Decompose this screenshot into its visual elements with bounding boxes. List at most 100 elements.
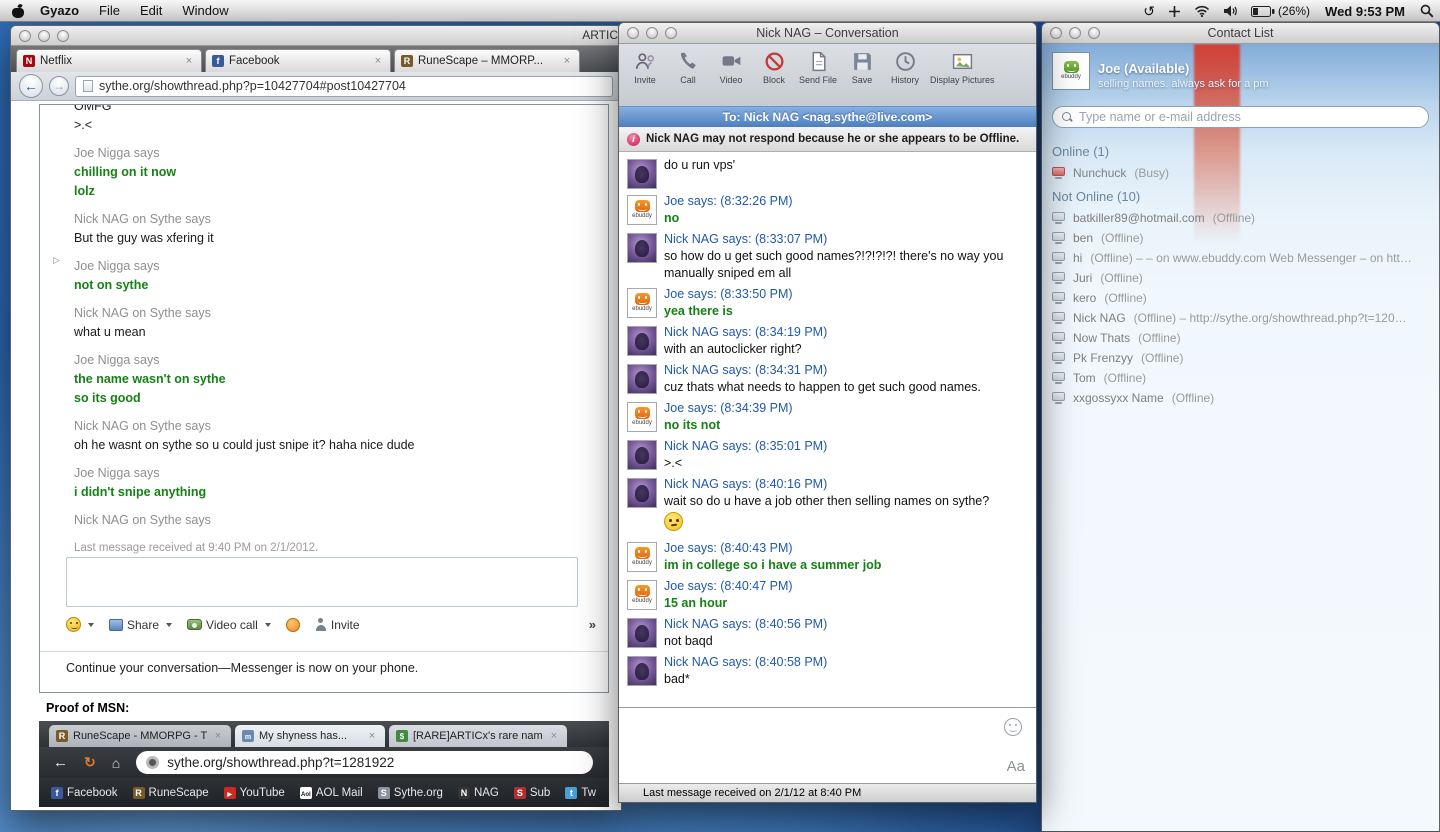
- call-button[interactable]: Call: [670, 50, 706, 85]
- back-button[interactable]: [19, 74, 43, 98]
- conversation-history[interactable]: do u run vps' Joe says: (8:32:26 PM) no …: [619, 152, 1036, 707]
- my-status-header[interactable]: Joe (Available) selling names. always as…: [1042, 44, 1439, 102]
- minimize-window-button[interactable]: [38, 29, 50, 42]
- spotlight-icon[interactable]: [1420, 0, 1434, 22]
- battery-percent: (26%): [1278, 4, 1311, 18]
- contact-list-window: Contact List Joe (Available) selling nam…: [1041, 22, 1440, 832]
- apple-menu-icon[interactable]: [12, 4, 24, 18]
- offline-status-icon: [1052, 272, 1065, 284]
- bookmark-youtube: YouTube: [223, 786, 285, 799]
- close-window-button[interactable]: [627, 27, 639, 39]
- tab-runescape[interactable]: RuneScape – MMORP...: [394, 49, 580, 72]
- zoom-window-button[interactable]: [1088, 27, 1100, 39]
- chat-message: Nick NAG says: (8:34:19 PM) with an auto…: [625, 324, 1030, 358]
- menu-window[interactable]: Window: [172, 0, 238, 22]
- section-not-online[interactable]: Not Online (10): [1052, 189, 1429, 204]
- tab-facebook[interactable]: Facebook: [205, 49, 391, 72]
- offline-status-icon: [1052, 372, 1065, 384]
- my-display-name[interactable]: Joe (Available): [1098, 61, 1269, 76]
- zoom-window-button[interactable]: [57, 29, 69, 42]
- nick-avatar: [627, 478, 657, 508]
- chat-line: the name wasn't on sythe: [74, 372, 226, 386]
- battery-indicator[interactable]: (26%): [1251, 4, 1310, 18]
- contact-row[interactable]: ben (Offline): [1052, 228, 1429, 248]
- contact-row[interactable]: Pk Frenzyy (Offline): [1052, 348, 1429, 368]
- text-format-button[interactable]: Aa: [1007, 758, 1025, 775]
- address-bar[interactable]: sythe.org/showthread.php?p=10427704#post…: [75, 75, 613, 97]
- emoticon-picker-icon[interactable]: [1004, 718, 1022, 736]
- display-pictures-button[interactable]: Display Pictures: [930, 50, 995, 85]
- contact-row[interactable]: Tom (Offline): [1052, 368, 1429, 388]
- wifi-icon[interactable]: [1194, 0, 1210, 22]
- contact-status: (Offline): [1212, 211, 1256, 225]
- invite-button[interactable]: Invite: [627, 50, 663, 85]
- joe-ebuddy-avatar: [627, 288, 657, 318]
- contact-name: kero: [1073, 291, 1097, 305]
- close-window-button[interactable]: [1050, 27, 1062, 39]
- chat-sender: Joe Nigga says: [74, 353, 160, 367]
- contact-status: (Offline): [1100, 271, 1143, 285]
- facebook-favicon: [51, 786, 63, 799]
- bookmark-sythe: Sythe.org: [377, 786, 443, 799]
- busy-status-icon: [1052, 167, 1065, 179]
- my-avatar[interactable]: [1052, 52, 1090, 90]
- browser-navbar: sythe.org/showthread.php?p=10427704#post…: [11, 72, 621, 101]
- chat-block: Nick NAG on Sythe says But the guy was x…: [74, 211, 598, 247]
- chat-message: Joe says: (8:32:26 PM) no: [625, 193, 1030, 227]
- contact-search-field[interactable]: [1052, 106, 1429, 128]
- forward-button[interactable]: [49, 76, 69, 96]
- contact-row[interactable]: Juri (Offline): [1052, 268, 1429, 288]
- minimize-window-button[interactable]: [1069, 27, 1081, 39]
- zoom-window-button[interactable]: [665, 27, 677, 39]
- page-icon: [83, 80, 93, 92]
- contact-row[interactable]: batkiller89@hotmail.com (Offline): [1052, 208, 1429, 228]
- contact-row[interactable]: Nick NAG (Offline) – http://sythe.org/sh…: [1052, 308, 1429, 328]
- search-input[interactable]: [1079, 110, 1419, 124]
- joe-ebuddy-avatar: [627, 402, 657, 432]
- history-button[interactable]: History: [887, 50, 923, 85]
- menu-edit[interactable]: Edit: [130, 0, 172, 22]
- close-window-button[interactable]: [19, 29, 31, 42]
- menu-clock[interactable]: Wed 9:53 PM: [1323, 4, 1407, 19]
- chat-block: OMFG >.<: [74, 105, 598, 134]
- facebook-favicon: [212, 55, 224, 67]
- section-online[interactable]: Online (1): [1052, 144, 1429, 159]
- close-tab-icon[interactable]: [372, 55, 384, 67]
- crosshair-icon[interactable]: [1168, 0, 1181, 22]
- contact-row[interactable]: xxgossyxx Name (Offline): [1052, 388, 1429, 408]
- chat-block: Joe Nigga says i didn't snipe anything: [74, 465, 598, 501]
- tab-netflix[interactable]: Netflix: [16, 49, 202, 72]
- contact-name: Pk Frenzyy: [1073, 351, 1134, 365]
- contact-row[interactable]: hi (Offline) – – on www.ebuddy.com Web M…: [1052, 248, 1429, 268]
- time-machine-icon[interactable]: ↺: [1143, 0, 1155, 22]
- save-button[interactable]: Save: [844, 50, 880, 85]
- block-button[interactable]: Block: [756, 50, 792, 85]
- close-tab-icon[interactable]: [561, 55, 573, 67]
- bookmark-nag: NAG: [457, 786, 499, 799]
- info-icon: [627, 132, 640, 146]
- contact-row[interactable]: Now Thats (Offline): [1052, 328, 1429, 348]
- chat-line: not on sythe: [74, 278, 149, 292]
- contact-row[interactable]: Nunchuck (Busy): [1052, 163, 1429, 183]
- wink-emoticon: [285, 617, 300, 632]
- app-menu-name[interactable]: Gyazo: [30, 0, 89, 22]
- offline-status-icon: [1052, 292, 1065, 304]
- contact-list: Online (1) Nunchuck (Busy) Not Online (1…: [1042, 136, 1439, 410]
- send-file-button[interactable]: Send File: [799, 50, 837, 85]
- conversation-window: Nick NAG – Conversation Invite Call Vide…: [618, 22, 1037, 803]
- close-tab-icon[interactable]: [183, 55, 195, 67]
- minimize-window-button[interactable]: [646, 27, 658, 39]
- menu-file[interactable]: File: [89, 0, 130, 22]
- contact-status: (Offline): [1104, 291, 1147, 305]
- message-input-area[interactable]: Aa: [619, 707, 1036, 783]
- contact-row[interactable]: kero (Offline): [1052, 288, 1429, 308]
- volume-icon[interactable]: [1223, 0, 1238, 22]
- bookmark-facebook: Facebook: [51, 786, 118, 799]
- video-camera-icon: [722, 56, 740, 66]
- invite-button: Invite: [315, 618, 360, 632]
- video-button[interactable]: Video: [713, 50, 749, 85]
- browser-window-title: ARTIC: [582, 28, 618, 42]
- divider: [40, 651, 608, 652]
- chat-block: Joe Nigga says not on sythe: [74, 258, 598, 294]
- my-status-message[interactable]: selling names. always ask for a pm: [1098, 78, 1269, 90]
